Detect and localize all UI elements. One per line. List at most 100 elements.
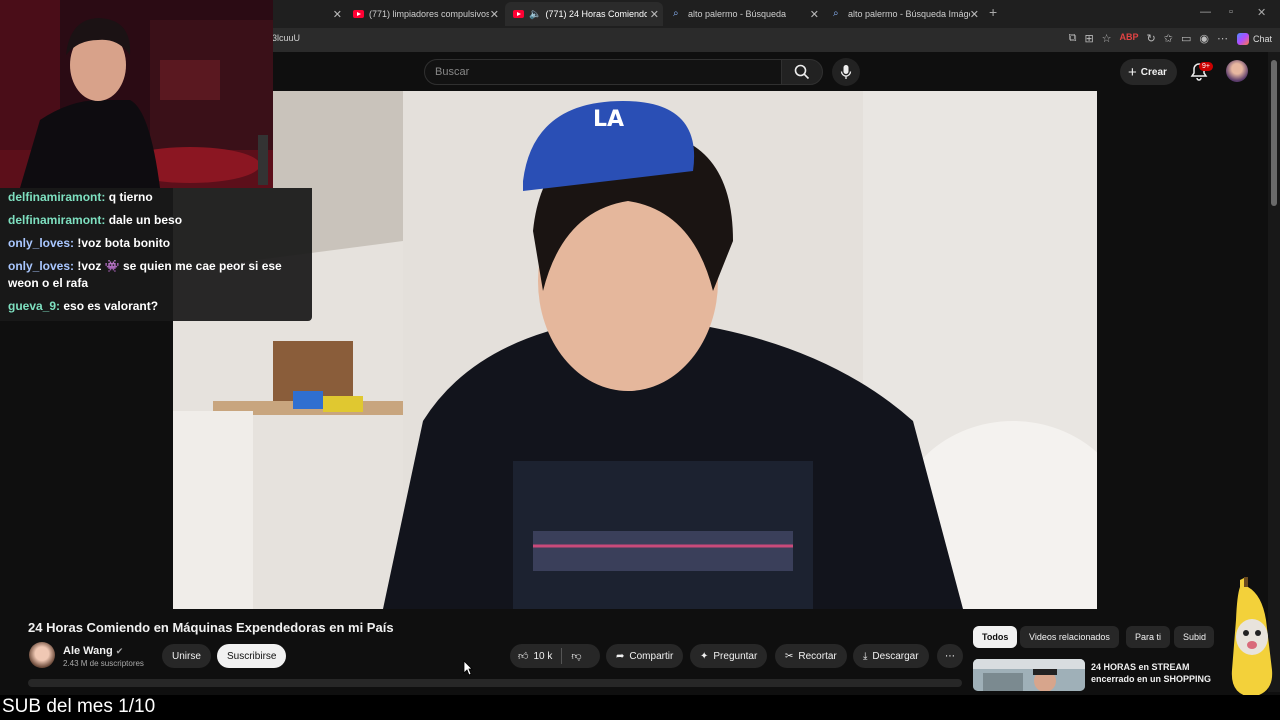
chip-all[interactable]: Todos [973,626,1018,648]
description-box-edge [28,679,962,687]
more-menu-icon[interactable]: ⋯ [1217,32,1228,45]
close-tab-icon[interactable]: ✕ [490,8,499,21]
translate-icon[interactable]: ⧉ [1069,32,1077,45]
join-label: Unirse [172,650,201,662]
chip-related[interactable]: Videos relacionados [1020,626,1119,648]
tab-title: alto palermo - Búsqueda Imágenes [848,9,970,19]
chat-text: eso es valorant? [63,299,159,313]
profile-avatar-icon[interactable]: ◉ [1199,32,1209,45]
chip-for-you[interactable]: Para ti [1126,626,1171,648]
channel-name-text: Ale Wang [63,645,113,657]
close-tab-icon[interactable]: ✕ [970,8,979,21]
copilot-icon [1236,33,1249,45]
youtube-icon [513,10,524,18]
restore-icon[interactable]: ▫ [1229,6,1233,18]
create-button[interactable]: + Crear [1120,59,1177,85]
download-button[interactable]: ⤓ Descargar [853,644,929,668]
chat-username: delfinamiramont: [8,190,106,204]
stream-chat-overlay: delfinamiramont: q tierno delfinamiramon… [0,188,312,321]
apps-icon[interactable]: ⊞ [1084,32,1093,45]
close-tab-icon[interactable]: ✕ [810,8,819,21]
chip-label: Subid [1183,632,1207,642]
voice-search-button[interactable] [832,58,860,86]
tab-title: (771) limpiadores compulsivos - Yo [369,9,489,19]
notifications-badge: 9+ [1199,62,1213,71]
minimize-icon[interactable]: — [1200,6,1211,18]
user-avatar[interactable] [1226,60,1248,82]
stream-caption-bar: SUB del mes 1/10 [0,695,1280,720]
tab-title: alto palermo - Búsqueda [688,9,787,19]
subscribe-label: Suscribirse [227,650,277,662]
refresh-icon[interactable]: ↻ [1147,32,1156,45]
new-tab-icon[interactable]: + [989,4,997,20]
chip-uploaded[interactable]: Subid [1174,626,1214,648]
search-icon: ⌕ [833,8,839,19]
divider [561,648,563,664]
related-video-thumbnail[interactable] [973,659,1085,691]
chip-label: Para ti [1135,632,1162,642]
svg-text:LA: LA [593,107,624,132]
chip-label: Todos [982,632,1009,642]
join-button[interactable]: Unirse [162,644,211,668]
channel-name[interactable]: Ale Wang ✔ [63,645,123,657]
chat-label: Chat [1252,34,1272,44]
chip-label: Videos relacionados [1029,632,1110,642]
more-horizontal-icon: ⋯ [945,650,955,662]
related-video-title[interactable]: 24 HORAS en STREAM encerrado en un SHOPP… [1091,661,1221,685]
collections-icon[interactable]: ▭ [1181,32,1191,45]
chat-text: !voz bota bonito [77,236,171,250]
video-player[interactable]: LA [173,91,1097,609]
like-dislike-group: 👍︎ 10 k 👎︎ [510,644,600,668]
chat-text: q tierno [108,190,153,204]
chat-text: dale un beso [108,213,183,227]
page-scrollbar-thumb[interactable] [1271,60,1277,206]
plus-icon: + [1128,63,1137,81]
microphone-icon [840,65,852,79]
search-input[interactable]: Buscar [424,59,782,85]
streamer-webcam [0,0,273,188]
sparkle-icon: ✦ [700,650,709,662]
browser-tab-2[interactable]: 🔈 (771) 24 Horas Comiendo en M ✕ [505,2,663,26]
chat-message: delfinamiramont: q tierno [8,189,304,206]
thumbnail-image [973,659,1085,691]
download-icon: ⤓ [863,650,868,662]
adblock-icon[interactable]: ABP [1120,32,1139,45]
clip-button[interactable]: ✂ Recortar [775,644,847,668]
search-placeholder: Buscar [435,66,470,78]
sub-of-month-text: SUB del mes 1/10 [2,696,156,717]
video-title: 24 Horas Comiendo en Máquinas Expendedor… [28,620,394,635]
dislike-icon[interactable]: 👎︎ [571,650,581,662]
speaker-icon[interactable]: 🔈 [529,9,541,20]
browser-tab-4[interactable]: ⌕ alto palermo - Búsqueda Imágenes ✕ [825,2,983,26]
copilot-chat-button[interactable]: Chat [1236,33,1272,45]
search-icon [794,64,810,80]
favorites-icon[interactable]: ✩ [1164,32,1173,45]
like-count[interactable]: 10 k [533,651,552,662]
create-label: Crear [1140,66,1167,78]
ask-label: Preguntar [713,650,758,662]
favorite-star-icon[interactable]: ☆ [1102,32,1112,45]
browser-tab-1[interactable]: (771) limpiadores compulsivos - Yo ✕ [345,2,503,26]
tab-title: (771) 24 Horas Comiendo en M [545,9,648,19]
share-icon: ➦ [616,650,625,662]
like-icon[interactable]: 👍︎ [518,650,528,662]
close-window-icon[interactable]: ✕ [1257,6,1266,19]
verified-icon: ✔ [115,646,124,656]
banana-cat-sticker [1231,577,1273,697]
share-button[interactable]: ➦ Compartir [606,644,684,668]
channel-avatar[interactable] [29,642,55,668]
prev-tab-close[interactable]: ✕ [330,2,344,26]
browser-tab-3[interactable]: ⌕ alto palermo - Búsqueda ✕ [665,2,823,26]
search-button[interactable] [781,59,823,85]
clip-label: Recortar [798,650,837,662]
subscribe-button[interactable]: Suscribirse [217,644,287,668]
ask-button[interactable]: ✦ Preguntar [690,644,768,668]
chat-message: only_loves: !voz bota bonito [8,235,304,252]
more-actions-button[interactable]: ⋯ [937,644,963,668]
scissors-icon: ✂ [785,650,794,662]
close-tab-icon[interactable]: ✕ [333,8,342,21]
close-tab-icon[interactable]: ✕ [650,8,659,21]
url-text[interactable]: 3lcuuU [272,33,300,43]
webcam-image [0,0,273,188]
chat-username: only_loves: [8,236,75,250]
